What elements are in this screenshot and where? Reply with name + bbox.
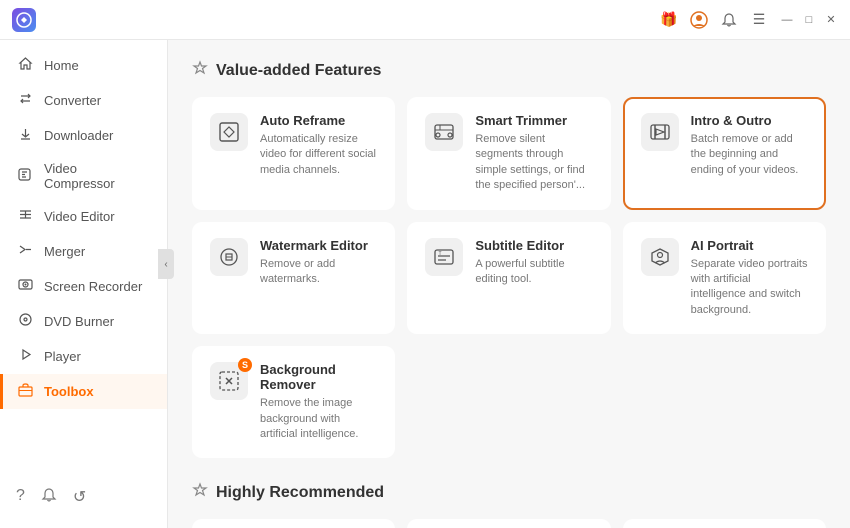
feature-card-intro-outro[interactable]: Intro & Outro Batch remove or add the beg…: [623, 97, 826, 210]
notifications-icon[interactable]: [41, 487, 57, 508]
feature-card-title: Auto Reframe: [260, 113, 377, 128]
section-header: Value-added Features: [192, 60, 826, 81]
feature-card-desc: Batch remove or add the beginning and en…: [691, 132, 808, 178]
feature-card-desc: Remove the image background with artific…: [260, 396, 377, 442]
auto-reframe-icon: [210, 113, 248, 151]
dvd-burner-icon: [16, 312, 34, 331]
merger-icon: [16, 242, 34, 261]
user-icon[interactable]: [690, 11, 708, 29]
sidebar-item-label: Screen Recorder: [44, 279, 142, 294]
content-area: Value-added Features Auto Reframe Automati…: [168, 40, 850, 528]
converter-icon: [16, 91, 34, 110]
feature-card-auto-reframe[interactable]: Auto Reframe Automatically resize video f…: [192, 97, 395, 210]
section-value-added: Value-added Features Auto Reframe Automati…: [192, 60, 826, 458]
screen-recorder-icon: [16, 277, 34, 296]
sidebar-item-label: Merger: [44, 244, 85, 259]
window-controls: — □ ✕: [780, 13, 838, 27]
maximize-button[interactable]: □: [802, 13, 816, 27]
feature-card-desc: Automatically resize video for different…: [260, 132, 377, 178]
feature-card-gif-maker[interactable]: GIFGIF MakerMake GIF from videos or pict…: [407, 519, 610, 528]
sidebar-item-toolbox[interactable]: Toolbox: [0, 374, 167, 409]
sidebar-item-label: Home: [44, 58, 79, 73]
subtitle-editor-icon: T: [425, 238, 463, 276]
features-grid: Auto Reframe Automatically resize video f…: [192, 97, 826, 458]
feature-card-smart-trimmer[interactable]: Smart Trimmer Remove silent segments thro…: [407, 97, 610, 210]
feature-card-title: Background Remover: [260, 362, 377, 392]
sidebar-item-label: Video Editor: [44, 209, 115, 224]
toolbox-icon: [16, 382, 34, 401]
feature-card-subtitle-editor[interactable]: T Subtitle Editor A powerful subtitle edit…: [407, 222, 610, 335]
video-editor-icon: [16, 207, 34, 226]
section-header: Highly Recommended: [192, 482, 826, 503]
sidebar-item-merger[interactable]: Merger: [0, 234, 167, 269]
minimize-button[interactable]: —: [780, 13, 794, 27]
sidebar-item-label: Converter: [44, 93, 101, 108]
feature-card-watermark-editor[interactable]: Watermark Editor Remove or add watermarks…: [192, 222, 395, 335]
feature-card-image-converter[interactable]: Image ConverterConvert images to other f…: [192, 519, 395, 528]
sidebar-item-label: Toolbox: [44, 384, 94, 399]
section-title: Highly Recommended: [216, 484, 384, 502]
sidebar-item-video-editor[interactable]: Video Editor: [0, 199, 167, 234]
feature-card-title: Watermark Editor: [260, 238, 377, 253]
section-star-icon: [192, 60, 208, 81]
downloader-icon: [16, 126, 34, 145]
sidebar-item-dvd-burner[interactable]: DVD Burner: [0, 304, 167, 339]
video-compressor-icon: [16, 167, 34, 186]
feature-card-ai-portrait[interactable]: AI Portrait Separate video portraits with…: [623, 222, 826, 335]
titlebar: 🎁 ☰ — □ ✕: [0, 0, 850, 40]
feature-card-title: Intro & Outro: [691, 113, 808, 128]
new-badge: S: [238, 358, 252, 372]
app-logo: [12, 8, 36, 32]
watermark-editor-icon: [210, 238, 248, 276]
gift-icon[interactable]: 🎁: [660, 11, 678, 29]
feature-card-title: AI Portrait: [691, 238, 808, 253]
intro-outro-icon: [641, 113, 679, 151]
titlebar-left: [12, 8, 44, 32]
section-star-icon: [192, 482, 208, 503]
sidebar-item-converter[interactable]: Converter: [0, 83, 167, 118]
main-layout: Home Converter Downloader Video Compressor V…: [0, 40, 850, 528]
sidebar-item-label: Video Compressor: [44, 161, 151, 191]
sidebar-item-label: Downloader: [44, 128, 113, 143]
feature-card-title: Smart Trimmer: [475, 113, 592, 128]
sidebar-bottom: ? ↺: [0, 475, 167, 520]
sidebar-item-home[interactable]: Home: [0, 48, 167, 83]
menu-icon[interactable]: ☰: [750, 11, 768, 29]
sidebar-item-screen-recorder[interactable]: Screen Recorder: [0, 269, 167, 304]
svg-text:T: T: [439, 251, 442, 257]
refresh-icon[interactable]: ↺: [73, 487, 86, 508]
feature-card-title: Subtitle Editor: [475, 238, 592, 253]
features-grid: Image ConverterConvert images to other f…: [192, 519, 826, 528]
sidebar-item-downloader[interactable]: Downloader: [0, 118, 167, 153]
close-button[interactable]: ✕: [824, 13, 838, 27]
feature-card-desc: A powerful subtitle editing tool.: [475, 257, 592, 288]
section-title: Value-added Features: [216, 62, 381, 80]
player-icon: [16, 347, 34, 366]
feature-card-desc: Remove silent segments through simple se…: [475, 132, 592, 194]
sidebar-item-video-compressor[interactable]: Video Compressor: [0, 153, 167, 199]
sidebar-item-label: Player: [44, 349, 81, 364]
home-icon: [16, 56, 34, 75]
section-highly-recommended: Highly Recommended Image ConverterConvert…: [192, 482, 826, 528]
sidebar: Home Converter Downloader Video Compressor V…: [0, 40, 168, 528]
feature-card-desc: Remove or add watermarks.: [260, 257, 377, 288]
feature-card-desc: Separate video portraits with artificial…: [691, 257, 808, 319]
bell-icon[interactable]: [720, 11, 738, 29]
titlebar-right: 🎁 ☰ — □ ✕: [660, 11, 838, 29]
collapse-sidebar-button[interactable]: ‹: [158, 249, 174, 279]
help-icon[interactable]: ?: [16, 487, 25, 508]
ai-portrait-icon: [641, 238, 679, 276]
smart-trimmer-icon: [425, 113, 463, 151]
feature-card-background-remover[interactable]: S Background Remover Remove the image back…: [192, 346, 395, 458]
sidebar-item-label: DVD Burner: [44, 314, 114, 329]
feature-card-fix-media-metadata[interactable]: Fix Media MetadataAuto-fix and edit meta…: [623, 519, 826, 528]
sidebar-item-player[interactable]: Player: [0, 339, 167, 374]
